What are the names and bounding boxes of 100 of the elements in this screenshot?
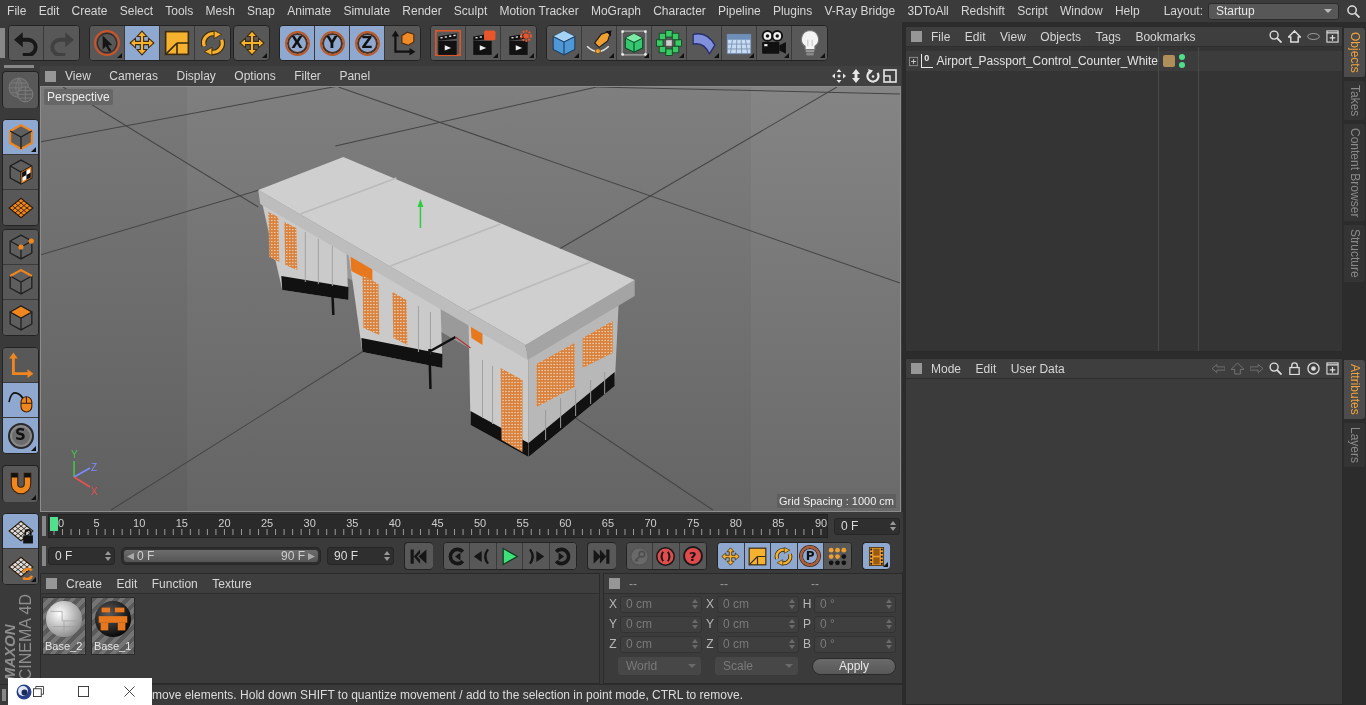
app-icon[interactable]: [16, 683, 32, 700]
spinner-icon[interactable]: [105, 551, 111, 561]
menu-item[interactable]: V-Ray Bridge: [818, 4, 902, 18]
expand-icon[interactable]: [909, 55, 919, 67]
autokey-button[interactable]: [653, 543, 680, 569]
menu-item[interactable]: Display: [176, 69, 216, 83]
menu-item[interactable]: Bookmarks: [1135, 29, 1196, 44]
panel-tab[interactable]: Layers: [1344, 422, 1365, 467]
maximize-button[interactable]: [78, 686, 89, 697]
scale-button[interactable]: [744, 543, 771, 569]
spinner-icon[interactable]: [384, 551, 390, 561]
render-view-button[interactable]: [431, 26, 466, 60]
menu-item[interactable]: Plugins: [766, 4, 819, 18]
camera-label[interactable]: Perspective: [44, 89, 113, 105]
oval-icon[interactable]: [1307, 30, 1320, 43]
search-icon[interactable]: [1269, 362, 1282, 375]
menu-item[interactable]: Sculpt: [447, 4, 494, 18]
menu-item[interactable]: File: [1, 4, 33, 18]
menu-item[interactable]: Create: [66, 576, 103, 591]
menu-item[interactable]: Snap: [240, 4, 282, 18]
menu-item[interactable]: Render: [396, 4, 448, 18]
material-item[interactable]: Base_2: [42, 597, 86, 655]
menu-item[interactable]: Function: [151, 576, 198, 591]
grip-icon[interactable]: [45, 70, 56, 82]
grip-icon[interactable]: [911, 363, 922, 374]
panel-tab[interactable]: Content Browser: [1344, 124, 1365, 222]
rotate-button[interactable]: [771, 543, 798, 569]
target-icon[interactable]: [1307, 362, 1320, 375]
menu-item[interactable]: Objects: [1040, 29, 1081, 44]
live-selection-button[interactable]: [90, 26, 125, 60]
menu-item[interactable]: Options: [234, 69, 276, 83]
transform-tool-button[interactable]: [233, 25, 270, 61]
arrow-left-icon[interactable]: [127, 552, 134, 560]
render-visibility-dot-icon[interactable]: [1179, 62, 1185, 68]
grip-icon[interactable]: [2, 689, 6, 701]
object-row[interactable]: 0 Airport_Passport_Control_Counter_White: [906, 51, 1342, 71]
panel-tab[interactable]: Structure: [1344, 225, 1365, 283]
move-button[interactable]: [718, 543, 745, 569]
menu-item[interactable]: Mesh: [199, 4, 241, 18]
editor-visibility-dot-icon[interactable]: [1179, 54, 1185, 60]
pan-icon[interactable]: [832, 69, 846, 83]
menu-item[interactable]: MoGraph: [584, 4, 648, 18]
layout-dropdown[interactable]: Startup: [1208, 2, 1339, 20]
y-axis-handle[interactable]: [417, 199, 424, 229]
menu-item[interactable]: Create: [65, 4, 114, 18]
zoom-icon[interactable]: [849, 69, 863, 83]
grip-icon[interactable]: [911, 31, 922, 42]
menu-item[interactable]: File: [931, 29, 951, 44]
start-frame-field[interactable]: 0 F: [48, 547, 115, 565]
snap-button[interactable]: [2, 465, 39, 502]
grip-icon[interactable]: [0, 28, 5, 58]
panel-tab[interactable]: Takes: [1344, 80, 1365, 121]
menu-item[interactable]: Window: [1053, 4, 1109, 18]
menu-item[interactable]: Animate: [281, 4, 338, 18]
menu-item[interactable]: 3DToAll: [901, 4, 955, 18]
grip-icon[interactable]: [42, 546, 46, 566]
end-frame-field[interactable]: 90 F: [327, 547, 394, 565]
axis-mode-button[interactable]: [3, 348, 38, 383]
current-frame-field[interactable]: 0 F: [834, 517, 900, 535]
axis-lock-button[interactable]: Z: [350, 26, 385, 60]
last-frame-button[interactable]: [587, 542, 616, 570]
restore-button[interactable]: [33, 686, 44, 697]
menu-item[interactable]: Edit: [975, 361, 997, 376]
spinner-icon[interactable]: [890, 521, 896, 531]
menu-item[interactable]: Pipeline: [711, 4, 767, 18]
axis-lock-button[interactable]: Y: [315, 26, 350, 60]
menu-item[interactable]: Texture: [212, 576, 252, 591]
menu-item[interactable]: Character: [647, 4, 712, 18]
menu-item[interactable]: Mode: [931, 361, 962, 376]
menu-item[interactable]: View: [1000, 29, 1026, 44]
home-icon[interactable]: [1288, 30, 1301, 43]
menu-item[interactable]: Panel: [339, 69, 371, 83]
cube-button[interactable]: [547, 26, 582, 60]
grip-icon[interactable]: [609, 578, 620, 589]
menu-item[interactable]: Tags: [1095, 29, 1121, 44]
viewport-canvas[interactable]: Perspective Y Z X Grid Spacing : 1000 cm: [40, 86, 901, 512]
previous-key-button[interactable]: [443, 543, 470, 569]
search-icon[interactable]: [1269, 30, 1282, 43]
arrow-right-icon[interactable]: [308, 552, 315, 560]
timeline-track[interactable]: 0 5 10 15 20 25 30 35 40 45 50 55 60 65 70 75 80 85 90: [48, 514, 828, 538]
menu-item[interactable]: Help: [1108, 4, 1146, 18]
panel-tab[interactable]: Objects: [1344, 28, 1365, 77]
grip-icon[interactable]: [46, 578, 57, 589]
tweak-mode-button[interactable]: [3, 383, 38, 418]
grip-icon[interactable]: [4, 65, 34, 68]
parameter-key-button[interactable]: P: [797, 543, 824, 569]
timeline-button[interactable]: [861, 542, 890, 570]
maximize-view-icon[interactable]: [883, 69, 897, 83]
menu-item[interactable]: Redshift: [954, 4, 1012, 18]
counter-model-drawing[interactable]: [258, 157, 635, 457]
new-panel-icon[interactable]: [1326, 362, 1339, 375]
menu-item[interactable]: Filter: [294, 69, 321, 83]
workplane-lock-button[interactable]: [3, 514, 38, 549]
points-mode-button[interactable]: [3, 230, 38, 265]
material-item[interactable]: Base_1: [91, 597, 135, 655]
new-panel-icon[interactable]: [1326, 30, 1339, 43]
move-button[interactable]: [125, 26, 160, 60]
lock-icon[interactable]: [1288, 362, 1301, 375]
orbit-icon[interactable]: [866, 69, 880, 83]
menu-item[interactable]: Select: [113, 4, 160, 18]
